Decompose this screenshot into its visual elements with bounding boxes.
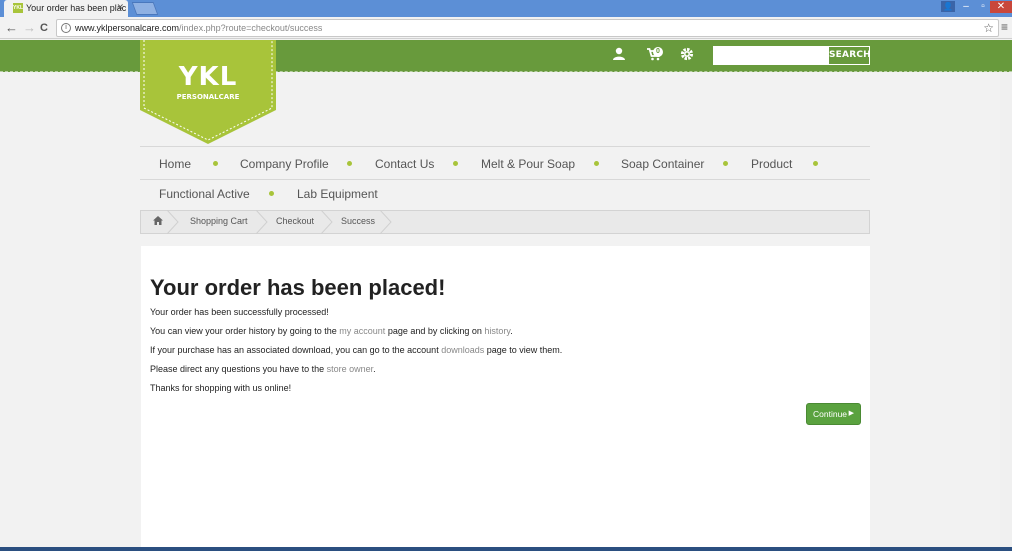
menu-item-company-profile[interactable]: Company Profile — [240, 157, 329, 171]
my-account-link[interactable]: my account — [339, 326, 385, 336]
user-profile-icon[interactable]: 👤 — [941, 1, 955, 12]
logo-tagline: PERSONALCARE — [176, 93, 240, 101]
url-input[interactable]: i www.yklpersonalcare.com/index.php?rout… — [56, 19, 999, 37]
menu-separator-dot — [213, 161, 218, 166]
menu-row: Home Company Profile Contact Us Melt & P… — [140, 146, 870, 180]
thanks-message: Thanks for shopping with us online! — [150, 383, 291, 393]
downloads-link[interactable]: downloads — [441, 345, 484, 355]
text: If your purchase has an associated downl… — [150, 345, 442, 355]
breadcrumb-separator — [167, 210, 179, 234]
caret-right-icon: ▶ — [848, 410, 854, 417]
os-taskbar — [0, 547, 1012, 551]
menu-separator-dot — [269, 191, 274, 196]
menu-item-contact-us[interactable]: Contact Us — [375, 157, 434, 171]
browser-tab[interactable]: YKL Your order has been plac ✕ — [4, 0, 128, 17]
menu-item-melt-pour-soap[interactable]: Melt & Pour Soap — [481, 157, 575, 171]
text: You can view your order history by going… — [150, 326, 340, 336]
scrollbar[interactable] — [1000, 40, 1012, 547]
menu-item-soap-container[interactable]: Soap Container — [621, 157, 704, 171]
order-history-message: You can view your order history by going… — [150, 326, 513, 336]
breadcrumb-success[interactable]: Success — [341, 216, 375, 226]
breadcrumb-checkout[interactable]: Checkout — [276, 216, 314, 226]
reload-icon[interactable]: C — [40, 20, 48, 36]
bookmark-star-icon[interactable]: ☆ — [983, 21, 994, 35]
close-tab-icon[interactable]: ✕ — [116, 2, 124, 13]
main-menu: Home Company Profile Contact Us Melt & P… — [140, 146, 870, 210]
home-icon[interactable] — [153, 216, 163, 228]
menu-separator-dot — [594, 161, 599, 166]
browser-tab-strip: YKL Your order has been plac ✕ 👤 – ▫ ✕ — [0, 0, 1012, 17]
questions-message: Please direct any questions you have to … — [150, 364, 376, 374]
breadcrumb-separator — [321, 210, 333, 234]
site-logo[interactable]: YKL PERSONALCARE — [140, 40, 276, 144]
url-path: /index.php?route=checkout/success — [179, 23, 323, 33]
cart-count-badge: 0 — [653, 47, 663, 57]
browser-menu-icon[interactable]: ≡ — [1001, 20, 1008, 34]
breadcrumb-separator — [256, 210, 268, 234]
success-text: Your order has been successfully process… — [150, 307, 329, 317]
continue-label: Continue — [813, 409, 848, 419]
menu-item-product[interactable]: Product — [751, 157, 792, 171]
search-button[interactable]: SEARCH — [828, 46, 871, 65]
text: Please direct any questions you have to … — [150, 364, 327, 374]
minimize-button[interactable]: – — [959, 1, 973, 13]
menu-separator-dot — [453, 161, 458, 166]
close-window-button[interactable]: ✕ — [990, 1, 1012, 13]
menu-item-lab-equipment[interactable]: Lab Equipment — [297, 187, 378, 201]
page-title: Your order has been placed! — [150, 275, 446, 300]
account-icon[interactable] — [611, 47, 627, 63]
downloads-message: If your purchase has an associated downl… — [150, 345, 562, 355]
breadcrumb-separator — [380, 210, 392, 234]
new-tab-button[interactable] — [131, 2, 159, 15]
main-content: Your order has been placed! Your order h… — [141, 246, 870, 551]
menu-item-home[interactable]: Home — [159, 157, 191, 171]
tab-title: Your order has been plac — [26, 3, 127, 13]
search-input[interactable] — [713, 46, 829, 65]
text: . — [373, 364, 376, 374]
gear-icon[interactable] — [679, 47, 695, 63]
text: Thanks for shopping with us online! — [150, 383, 292, 393]
success-message: Your order has been successfully process… — [150, 307, 329, 317]
menu-separator-dot — [723, 161, 728, 166]
back-icon[interactable]: ← — [5, 20, 18, 36]
logo-wordmark: YKL — [178, 62, 238, 92]
menu-separator-dot — [813, 161, 818, 166]
breadcrumb-shopping-cart[interactable]: Shopping Cart — [190, 216, 248, 226]
breadcrumb: Shopping Cart Checkout Success — [140, 210, 870, 234]
info-icon[interactable]: i — [61, 23, 71, 33]
url-host: www.yklpersonalcare.com — [75, 23, 180, 33]
forward-icon[interactable]: → — [23, 20, 36, 36]
address-bar: ← → C i www.yklpersonalcare.com/index.ph… — [0, 17, 1012, 39]
history-link[interactable]: history — [484, 326, 510, 336]
text: page and by clicking on — [385, 326, 485, 336]
text: . — [510, 326, 513, 336]
menu-row: Functional Active Lab Equipment — [140, 180, 870, 210]
menu-item-functional-active[interactable]: Functional Active — [159, 187, 250, 201]
favicon-icon: YKL — [13, 3, 23, 13]
text: page to view them. — [484, 345, 563, 355]
menu-separator-dot — [347, 161, 352, 166]
continue-button[interactable]: Continue ▶ — [806, 403, 861, 425]
restore-button[interactable]: ▫ — [976, 1, 990, 13]
store-owner-link[interactable]: store owner — [327, 364, 374, 374]
